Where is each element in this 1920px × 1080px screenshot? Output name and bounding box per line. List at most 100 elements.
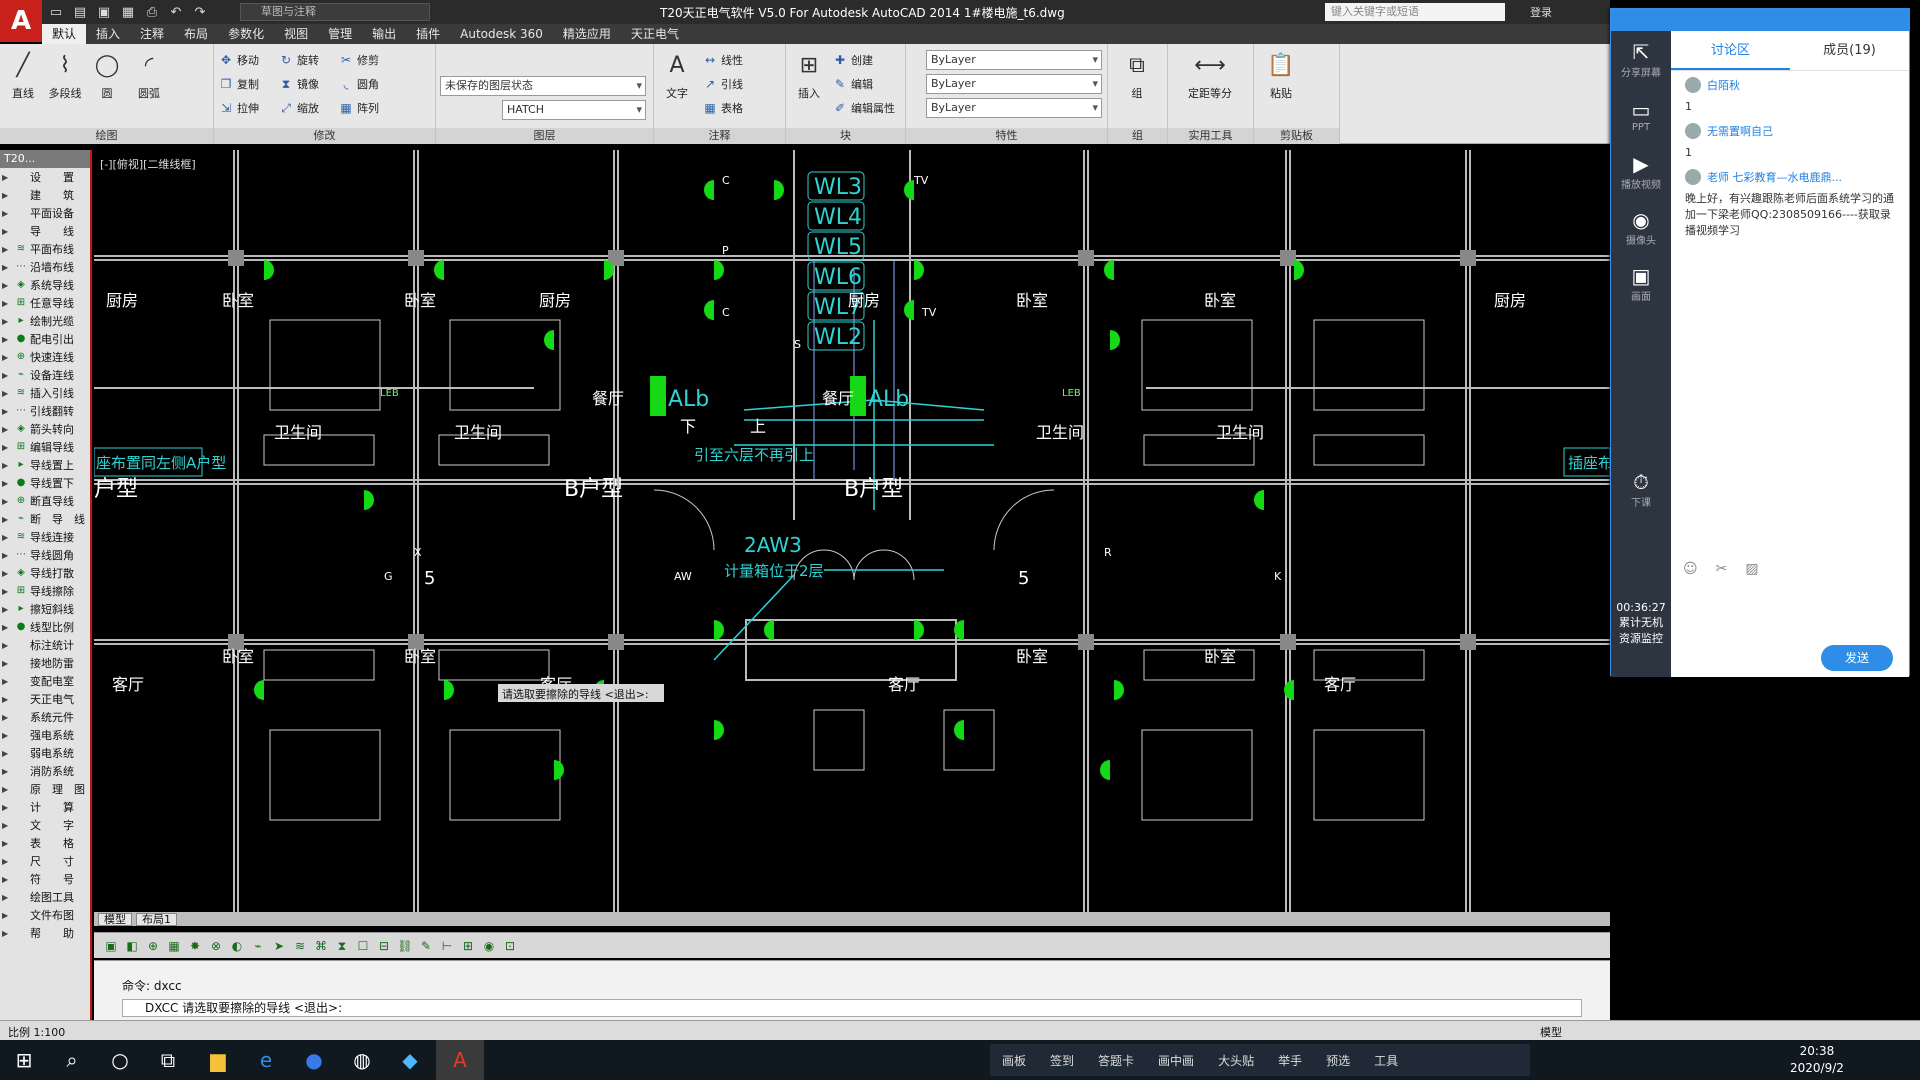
trim-button[interactable]: ✂ 修剪 [338, 50, 379, 70]
edge-button[interactable]: e [242, 1040, 290, 1080]
circle-button[interactable]: ◯ 圆 [86, 50, 128, 101]
groups-panel-title[interactable]: 组 [1108, 128, 1167, 144]
palette-item[interactable]: ▶ ⊕ 断直导线 [0, 492, 90, 510]
scale-button[interactable]: ⤢ 缩放 [278, 98, 319, 118]
undo-icon[interactable]: ↶ [166, 2, 186, 22]
tab-layout1[interactable]: 布局1 [136, 912, 177, 926]
polyline-button[interactable]: ⌇ 多段线 [44, 50, 86, 101]
cable-icon[interactable]: ≋ [291, 937, 309, 955]
palette-item[interactable]: ▶ 导 线 [0, 222, 90, 240]
grid-icon[interactable]: ▦ [165, 937, 183, 955]
palette-item[interactable]: ▶ 文 字 [0, 816, 90, 834]
lineweight-select[interactable]: ByLayer [926, 98, 1102, 118]
palette-item[interactable]: ▶ ⊞ 任意导线 [0, 294, 90, 312]
start-button[interactable]: ⊞ [0, 1040, 48, 1080]
palette-header[interactable]: T20... [0, 150, 90, 168]
annotation-panel-title[interactable]: 注释 [654, 128, 785, 144]
palette-item[interactable]: ▶ ⊞ 编辑导线 [0, 438, 90, 456]
palette-item[interactable]: ▶ ⊞ 导线擦除 [0, 582, 90, 600]
palette-item[interactable]: ▶ 绘图工具 [0, 888, 90, 906]
model-space-indicator[interactable]: 模型 [1540, 1024, 1562, 1040]
teach-tools[interactable]: 工具 [1362, 1052, 1410, 1069]
outlet-icon[interactable]: ◐ [228, 937, 246, 955]
palette-item[interactable]: ▶ ≋ 平面布线 [0, 240, 90, 258]
chat-titlebar[interactable] [1611, 9, 1909, 31]
palette-item[interactable]: ▶ 接地防雷 [0, 654, 90, 672]
tab-insert[interactable]: 插入 [86, 24, 130, 44]
palette-item[interactable]: ▶ 平面设备 [0, 204, 90, 222]
palette-item[interactable]: ▶ ◈ 导线打散 [0, 564, 90, 582]
palette-item[interactable]: ▶ 消防系统 [0, 762, 90, 780]
palette-item[interactable]: ▶ ⋯ 导线圆角 [0, 546, 90, 564]
eye-icon[interactable]: ◉ [480, 937, 498, 955]
command-input[interactable]: DXCC 请选取要擦除的导线 <退出>: [122, 999, 1582, 1017]
camera-button[interactable]: ◉ 摄像头 [1611, 199, 1671, 255]
open-file-icon[interactable]: ▤ [70, 2, 90, 22]
search-button[interactable]: ⌕ [48, 1040, 96, 1080]
measure-button[interactable]: ⟷ 定距等分 [1178, 50, 1242, 101]
arrow-icon[interactable]: ➤ [270, 937, 288, 955]
stretch-button[interactable]: ⇲ 拉伸 [218, 98, 259, 118]
palette-item[interactable]: ▶ ◈ 箭头转向 [0, 420, 90, 438]
save-as-icon[interactable]: ▦ [118, 2, 138, 22]
search-input[interactable]: 键入关键字或短语 [1325, 3, 1505, 21]
system-clock[interactable]: 20:38 2020/9/2 [1790, 1043, 1844, 1077]
tab-members[interactable]: 成员(19) [1790, 31, 1909, 70]
mirror-button[interactable]: ⧗ 镜像 [278, 74, 319, 94]
palette-item[interactable]: ▶ 帮 助 [0, 924, 90, 942]
tab-layout[interactable]: 布局 [174, 24, 218, 44]
end-class-button[interactable]: ⏱ 下课 [1611, 461, 1671, 517]
text-button[interactable]: A 文字 [656, 50, 698, 101]
palette-item[interactable]: ▶ ▸ 导线置上 [0, 456, 90, 474]
screen-button[interactable]: ▣ 画面 [1611, 255, 1671, 311]
scissors-icon[interactable]: ✂ [1716, 561, 1728, 577]
insert-block-button[interactable]: ⊞ 插入 [788, 50, 830, 101]
share-screen-button[interactable]: ⇱ 分享屏幕 [1611, 31, 1671, 87]
send-button[interactable]: 发送 [1821, 645, 1893, 671]
move-button[interactable]: ✥ 移动 [218, 50, 259, 70]
tab-plugins[interactable]: 插件 [406, 24, 450, 44]
draw-panel-title[interactable]: 绘图 [0, 128, 213, 144]
rotate-button[interactable]: ↻ 旋转 [278, 50, 319, 70]
palette-item[interactable]: ▶ 系统元件 [0, 708, 90, 726]
workspace-select[interactable]: 草图与注释 [240, 3, 430, 21]
task-view-button[interactable]: ⧉ [144, 1040, 192, 1080]
palette-item[interactable]: ▶ 天正电气 [0, 690, 90, 708]
grid-alt-icon[interactable]: ⊞ [459, 937, 477, 955]
arc-button[interactable]: ◜ 圆弧 [128, 50, 170, 101]
layer-select[interactable]: HATCH [502, 100, 646, 120]
fillet-button[interactable]: ◟ 圆角 [338, 74, 379, 94]
palette-item[interactable]: ▶ ▸ 擦短斜线 [0, 600, 90, 618]
palette-item[interactable]: ▶ ⋯ 沿墙布线 [0, 258, 90, 276]
palette-item[interactable]: ▶ ⊕ 快速连线 [0, 348, 90, 366]
scale-indicator[interactable]: 比例 1:100 [8, 1024, 65, 1040]
utilities-panel-title[interactable]: 实用工具 [1168, 128, 1253, 144]
array-button[interactable]: ▦ 阵列 [338, 98, 379, 118]
palette-item[interactable]: ▶ 表 格 [0, 834, 90, 852]
palette-item[interactable]: ▶ 弱电系统 [0, 744, 90, 762]
wire-icon[interactable]: ⌁ [249, 937, 267, 955]
autocad-taskbar-button[interactable]: A [436, 1040, 484, 1080]
properties-panel-title[interactable]: 特性 [906, 128, 1107, 144]
pen-icon[interactable]: ✎ [417, 937, 435, 955]
palette-item[interactable]: ▶ ⌁ 断 导 线 [0, 510, 90, 528]
palette-item[interactable]: ▶ ◈ 系统导线 [0, 276, 90, 294]
palette-item[interactable]: ▶ ● 配电引出 [0, 330, 90, 348]
teach-sign-in[interactable]: 签到 [1038, 1052, 1086, 1069]
tab-manage[interactable]: 管理 [318, 24, 362, 44]
print-icon[interactable]: ⎙ [142, 2, 162, 22]
tab-annotate[interactable]: 注释 [130, 24, 174, 44]
link-icon[interactable]: ⛓ [396, 937, 414, 955]
save-icon[interactable]: ▣ [94, 2, 114, 22]
layer-state-select[interactable]: 未保存的图层状态 [440, 76, 646, 96]
tab-output[interactable]: 输出 [362, 24, 406, 44]
teach-answer-card[interactable]: 答题卡 [1086, 1052, 1146, 1069]
lock-icon[interactable]: ⊡ [501, 937, 519, 955]
linear-dim-button[interactable]: ↔ 线性 [702, 50, 743, 70]
modify-panel-title[interactable]: 修改 [214, 128, 435, 144]
create-block-button[interactable]: ✚ 创建 [832, 50, 873, 70]
palette-item[interactable]: ▶ ● 线型比例 [0, 618, 90, 636]
image-icon[interactable]: ▨ [1745, 561, 1758, 577]
palette-item[interactable]: ▶ 建 筑 [0, 186, 90, 204]
teach-preselect[interactable]: 预选 [1314, 1052, 1362, 1069]
